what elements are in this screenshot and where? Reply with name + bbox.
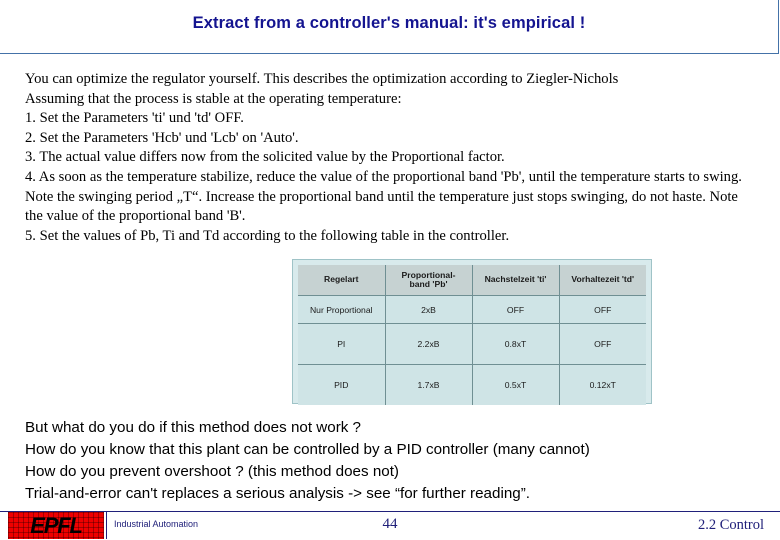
body-line-5: 3. The actual value differs now from the… xyxy=(25,149,505,166)
question-line-2: How do you know that this plant can be c… xyxy=(25,441,590,458)
question-line-1: But what do you do if this method does n… xyxy=(25,419,362,436)
col-header-vorhaltezeit-l1: Vorhaltezeit 'td' xyxy=(571,274,635,285)
table-header-row: Regelart Proportional- band 'Pb' Nachste… xyxy=(298,265,646,296)
table-body: Nur Proportional 2xB OFF OFF PI 2.2xB 0.… xyxy=(298,295,646,405)
question-line-4: Trial-and-error can't replaces a serious… xyxy=(25,485,530,502)
cell-ti: 0.8xT xyxy=(472,323,560,365)
cell-td: 0.12xT xyxy=(559,364,646,405)
body-text-block: You can optimize the regulator yourself.… xyxy=(25,70,755,246)
questions-block: But what do you do if this method does n… xyxy=(25,417,765,505)
table-row: PI 2.2xB 0.8xT OFF xyxy=(298,323,646,365)
col-header-nachstelzeit-l1: Nachstelzeit 'ti' xyxy=(484,274,547,285)
slide-root: Extract from a controller's manual: it's… xyxy=(0,0,780,540)
body-line-3: 1. Set the Parameters 'ti' und 'td' OFF. xyxy=(25,110,244,127)
footer-divider xyxy=(0,511,780,512)
col-header-vorhaltezeit: Vorhaltezeit 'td' xyxy=(559,265,646,296)
col-header-proportionalband: Proportional- band 'Pb' xyxy=(385,265,473,296)
body-line-4: 2. Set the Parameters 'Hcb' und 'Lcb' on… xyxy=(25,129,299,146)
table-row: Nur Proportional 2xB OFF OFF xyxy=(298,295,646,324)
cell-ti: OFF xyxy=(472,295,560,324)
col-header-regelart: Regelart xyxy=(298,265,386,296)
body-line-1: You can optimize the regulator yourself.… xyxy=(25,71,619,87)
question-line-3: How do you prevent overshoot ? (this met… xyxy=(25,463,399,480)
cell-td: OFF xyxy=(559,295,646,324)
page-title: Extract from a controller's manual: it's… xyxy=(192,14,586,32)
cell-pb: 1.7xB xyxy=(385,364,473,405)
body-line-6: 4. As soon as the temperature stabilize,… xyxy=(25,168,742,225)
table-row: PID 1.7xB 0.5xT 0.12xT xyxy=(298,364,646,405)
body-line-2: Assuming that the process is stable at t… xyxy=(25,90,402,107)
col-header-proportionalband-l2: band 'Pb' xyxy=(409,279,448,289)
body-line-7: 5. Set the values of Pb, Ti and Td accor… xyxy=(25,227,510,244)
footer-section: 2.2 Control xyxy=(697,517,764,533)
cell-regelart: PID xyxy=(298,364,386,405)
ziegler-nichols-table: Regelart Proportional- band 'Pb' Nachste… xyxy=(292,259,652,405)
cell-regelart: Nur Proportional xyxy=(298,295,386,324)
col-header-regelart-l1: Regelart xyxy=(324,274,359,285)
cell-td: OFF xyxy=(559,323,646,365)
footer-page-number: 44 xyxy=(382,516,398,532)
cell-ti: 0.5xT xyxy=(472,364,560,405)
cell-pb: 2xB xyxy=(385,295,473,324)
cell-regelart: PI xyxy=(298,323,386,365)
table-header: Regelart Proportional- band 'Pb' Nachste… xyxy=(298,265,646,296)
slide-title-band: Extract from a controller's manual: it's… xyxy=(0,0,779,54)
cell-pb: 2.2xB xyxy=(385,323,473,365)
tuning-table: Regelart Proportional- band 'Pb' Nachste… xyxy=(298,265,646,405)
col-header-proportionalband-l1: Proportional- xyxy=(401,269,456,280)
col-header-nachstelzeit: Nachstelzeit 'ti' xyxy=(472,265,560,296)
